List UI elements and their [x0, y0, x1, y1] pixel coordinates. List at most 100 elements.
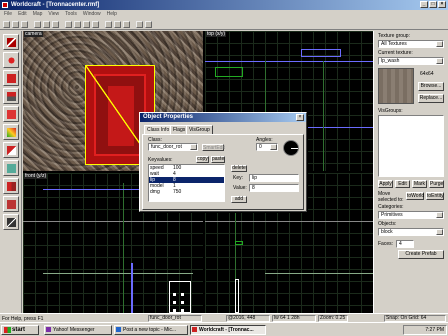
key-label: Key: — [233, 175, 244, 181]
path-tool[interactable] — [3, 214, 19, 230]
angles-select[interactable]: 0 — [256, 143, 278, 151]
grid-smaller-icon[interactable] — [43, 21, 50, 28]
mark-button[interactable]: Mark — [412, 180, 427, 188]
texture-panel: Texture group: All Textures Current text… — [373, 31, 448, 313]
grid-toggle-icon[interactable] — [34, 21, 41, 28]
tab-visgroup[interactable]: VisGroup — [186, 125, 213, 134]
task-browser[interactable]: Post a new topic - Mic... — [114, 325, 188, 335]
group-icon[interactable] — [83, 21, 90, 28]
block-tool[interactable] — [3, 106, 19, 122]
replace-button[interactable]: Replace... — [418, 94, 444, 103]
task-yahoo-messenger[interactable]: Yahoo! Messenger — [44, 325, 112, 335]
minimize-button[interactable]: _ — [420, 1, 428, 8]
to-world-button[interactable]: toWorld — [406, 192, 424, 200]
decal-tool[interactable] — [3, 160, 19, 176]
status-bar: For Help, press F1 func_door_rot @2016, … — [0, 313, 448, 322]
magnify-tool[interactable] — [3, 52, 19, 68]
to-entity-button[interactable]: toEntity — [426, 192, 444, 200]
create-prefab-button[interactable]: Create Prefab — [398, 250, 444, 259]
new-file-icon[interactable] — [3, 21, 10, 28]
keyvalue-row[interactable]: dmg 750 — [149, 189, 224, 195]
current-texture-select[interactable]: lp_wash — [378, 57, 444, 65]
camera-label: camera — [24, 31, 43, 37]
entity-tool[interactable] — [3, 88, 19, 104]
windows-logo-icon — [4, 327, 11, 333]
objects-select[interactable]: block — [378, 228, 444, 236]
magnify-icon — [7, 56, 16, 65]
menu-map[interactable]: Map — [33, 10, 43, 19]
grid-larger-icon[interactable] — [52, 21, 59, 28]
chevron-down-icon — [190, 144, 197, 150]
purge-button[interactable]: Purge — [429, 180, 444, 188]
chevron-down-icon — [270, 144, 277, 150]
tab-class-info[interactable]: Class Info — [144, 125, 173, 134]
menu-window[interactable]: Window — [83, 10, 101, 19]
close-button[interactable]: × — [438, 1, 446, 8]
entity-icon — [7, 92, 16, 101]
texture-group-select[interactable]: All Textures — [378, 40, 444, 48]
edit-button[interactable]: Edit — [395, 180, 410, 188]
ungroup-icon[interactable] — [92, 21, 99, 28]
camera-tool[interactable] — [3, 70, 19, 86]
save-file-icon[interactable] — [21, 21, 28, 28]
apply-texture-tool[interactable] — [3, 142, 19, 158]
hide-icon[interactable] — [105, 21, 112, 28]
add-button[interactable]: add — [231, 196, 247, 203]
task-worldcraft[interactable]: Worldcraft - [Tronnac... — [190, 325, 266, 335]
toolbar — [0, 19, 448, 30]
hollow-icon[interactable] — [123, 21, 130, 28]
move-selected-label: Move selected to: — [378, 191, 404, 203]
run-map-icon[interactable] — [136, 21, 143, 28]
smartedit-button[interactable]: SmartEdit — [202, 144, 225, 151]
keyvalues-label: Keyvalues: — [148, 157, 173, 163]
menu-edit[interactable]: Edit — [18, 10, 27, 19]
clock: 7:27 PM — [425, 327, 444, 333]
paste-button[interactable]: paste — [211, 156, 225, 163]
decal-icon — [7, 164, 16, 173]
apply-button[interactable]: Apply — [378, 180, 393, 188]
menu-help[interactable]: Help — [107, 10, 117, 19]
open-file-icon[interactable] — [12, 21, 19, 28]
status-entity: func_door_rot — [148, 315, 202, 322]
browse-button[interactable]: Browse... — [418, 82, 444, 91]
status-coords: @2016, 448 — [226, 315, 270, 322]
copy-button[interactable]: copy — [196, 156, 209, 163]
front-label: front (y/z) — [24, 173, 48, 179]
current-texture-label: Current texture: — [378, 50, 413, 56]
key-input[interactable]: lip — [249, 174, 299, 182]
angle-dial[interactable] — [283, 140, 299, 156]
selection-tool[interactable] — [3, 34, 19, 50]
system-tray: 7:27 PM — [403, 325, 447, 335]
window-title: Worldcraft - [Tronnacenter.rmf] — [11, 2, 100, 8]
dialog-close-button[interactable]: × — [296, 114, 304, 121]
start-button[interactable]: start — [1, 325, 39, 335]
categories-select[interactable]: Primitives — [378, 211, 444, 219]
delete-button[interactable]: delete — [231, 165, 247, 172]
menu-file[interactable]: File — [4, 10, 12, 19]
keyvalues-list[interactable]: speed 100 wait 4 lip 8 model 1 dmg 750 — [148, 164, 225, 202]
pointer-icon — [7, 38, 16, 47]
app-icon — [2, 2, 8, 8]
taskbar: start Yahoo! Messenger Post a new topic … — [0, 322, 448, 336]
visgroups-list[interactable] — [378, 115, 444, 177]
check-problems-icon[interactable] — [145, 21, 152, 28]
wireframe-icon[interactable] — [65, 21, 72, 28]
menu-tools[interactable]: Tools — [65, 10, 77, 19]
menu-view[interactable]: View — [48, 10, 59, 19]
faces-label: Faces: — [378, 241, 394, 247]
clip-tool[interactable] — [3, 178, 19, 194]
chevron-down-icon — [436, 229, 443, 235]
faces-input[interactable]: 4 — [396, 240, 414, 248]
vertex-tool[interactable] — [3, 196, 19, 212]
texture-preview — [378, 68, 414, 104]
carve-icon[interactable] — [114, 21, 121, 28]
object-properties-dialog: Object Properties × Class Info Flags Vis… — [139, 112, 307, 212]
value-input[interactable]: 8 — [249, 184, 299, 192]
vertex-icon — [7, 200, 16, 209]
dialog-title: Object Properties — [140, 113, 306, 122]
maximize-button[interactable]: □ — [429, 1, 437, 8]
texture-tool[interactable] — [3, 124, 19, 140]
textured-icon[interactable] — [74, 21, 81, 28]
menu-bar: File Edit Map View Tools Window Help — [0, 10, 448, 19]
class-select[interactable]: func_door_rot — [148, 143, 198, 151]
